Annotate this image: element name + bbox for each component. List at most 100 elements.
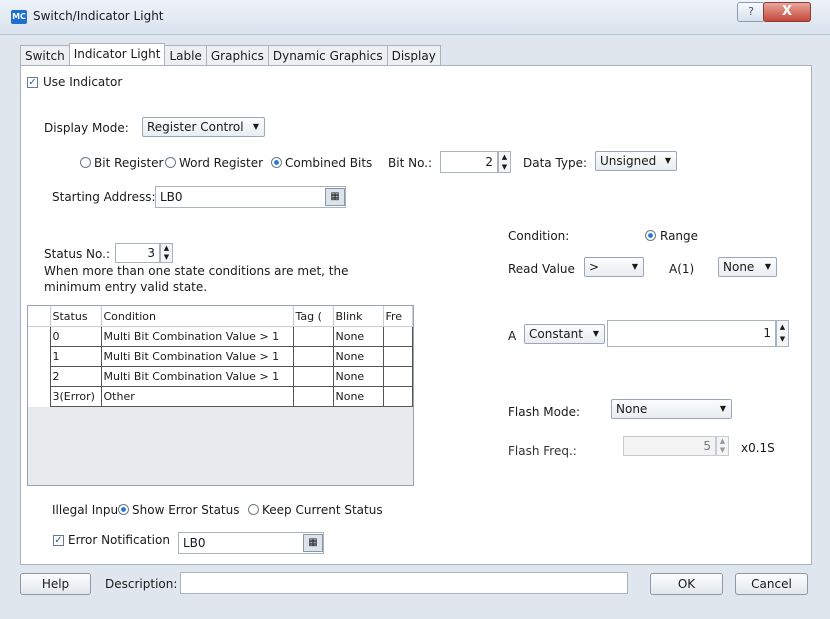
status-no-input[interactable]: 3	[115, 243, 160, 263]
table-cell[interactable]: Multi Bit Combination Value > 1	[100, 346, 294, 367]
table-cell[interactable]	[382, 386, 413, 407]
word-register-radio[interactable]	[165, 157, 176, 168]
table-cell[interactable]: Other	[100, 386, 294, 407]
tab-switch[interactable]: Switch	[20, 45, 70, 66]
table-cell[interactable]	[292, 366, 334, 387]
table-cell[interactable]: None	[332, 346, 384, 367]
show-error-radio[interactable]	[118, 504, 129, 515]
use-indicator-checkbox[interactable]: ✓	[27, 77, 38, 88]
row-indicator	[28, 386, 51, 407]
data-type-select[interactable]: Unsigned ▼	[595, 151, 677, 171]
illegal-input-label: Illegal Input	[52, 503, 123, 517]
chevron-down-icon: ▼	[252, 122, 259, 131]
table-header-row: Status Condition Tag ( Blink Fre	[28, 306, 413, 327]
display-mode-select[interactable]: Register Control ▼	[142, 117, 265, 137]
ok-button[interactable]: OK	[650, 573, 723, 595]
word-register-label: Word Register	[179, 156, 264, 170]
a1-select[interactable]: None ▼	[718, 257, 777, 277]
tab-strip: Switch Indicator Light Lable Graphics Dy…	[20, 43, 441, 66]
column-header-tag[interactable]: Tag (	[293, 306, 334, 327]
chevron-down-icon: ▼	[592, 329, 599, 338]
data-type-label: Data Type:	[523, 156, 588, 170]
app-icon: MC	[11, 10, 27, 24]
keep-current-radio[interactable]	[248, 504, 259, 515]
table-row[interactable]: 1 Multi Bit Combination Value > 1 None	[28, 346, 413, 367]
table-row[interactable]: 2 Multi Bit Combination Value > 1 None	[28, 366, 413, 387]
bit-no-stepper[interactable]: ▲ ▼	[498, 151, 511, 173]
read-value-label: Read Value	[508, 262, 575, 276]
tab-lable[interactable]: Lable	[164, 45, 207, 66]
table-cell[interactable]	[292, 326, 334, 347]
bit-no-input[interactable]: 2	[440, 151, 498, 173]
help-title-button[interactable]: ?	[737, 2, 765, 22]
flash-mode-value: None	[616, 402, 648, 416]
bit-register-radio[interactable]	[80, 157, 91, 168]
table-cell[interactable]: None	[332, 326, 384, 347]
status-table-grid: Status Condition Tag ( Blink Fre 0 Multi…	[28, 306, 413, 407]
table-cell[interactable]	[382, 346, 413, 367]
error-notification-label: Error Notification	[68, 533, 170, 547]
tab-graphics[interactable]: Graphics	[205, 45, 269, 66]
help-button[interactable]: Help	[20, 573, 91, 595]
table-cell[interactable]: None	[332, 386, 384, 407]
status-no-label: Status No.:	[44, 247, 111, 261]
table-cell[interactable]: 1	[49, 346, 102, 367]
status-no-stepper[interactable]: ▲ ▼	[160, 243, 173, 263]
tab-indicator-light[interactable]: Indicator Light	[68, 43, 166, 66]
a-value-stepper[interactable]: ▲ ▼	[776, 320, 789, 347]
table-cell[interactable]	[382, 326, 413, 347]
flash-freq-stepper[interactable]: ▲ ▼	[716, 436, 729, 456]
operator-select[interactable]: > ▼	[584, 257, 644, 277]
column-header-freq[interactable]: Fre	[383, 306, 413, 327]
table-cell[interactable]: 3(Error)	[49, 386, 102, 407]
chevron-down-icon: ▼	[719, 404, 726, 413]
a-value-input[interactable]: 1	[607, 320, 776, 347]
range-label: Range	[660, 229, 699, 243]
row-indicator	[28, 346, 51, 367]
a1-label: A(1)	[669, 262, 695, 276]
column-header-blink[interactable]: Blink	[333, 306, 384, 327]
chevron-down-icon: ▼	[764, 262, 771, 271]
close-button[interactable]: X	[763, 2, 811, 22]
row-indicator	[28, 326, 51, 347]
combined-bits-radio[interactable]	[271, 157, 282, 168]
table-cell[interactable]	[292, 386, 334, 407]
use-indicator-label: Use Indicator	[43, 75, 123, 89]
table-cell[interactable]: None	[332, 366, 384, 387]
table-row[interactable]: 3(Error) Other None	[28, 386, 413, 407]
tab-dynamic-graphics[interactable]: Dynamic Graphics	[267, 45, 388, 66]
chevron-down-icon: ▼	[631, 262, 638, 271]
table-cell[interactable]: Multi Bit Combination Value > 1	[100, 366, 294, 387]
a-label: A	[508, 329, 517, 343]
table-cell[interactable]	[292, 346, 334, 367]
table-row[interactable]: 0 Multi Bit Combination Value > 1 None	[28, 326, 413, 347]
column-header-condition[interactable]: Condition	[101, 306, 294, 327]
starting-address-label: Starting Address:	[52, 190, 156, 204]
tab-display[interactable]: Display	[386, 45, 441, 66]
description-label: Description:	[105, 577, 178, 591]
table-cell[interactable]: 2	[49, 366, 102, 387]
data-type-value: Unsigned	[600, 154, 657, 168]
a-source-select[interactable]: Constant ▼	[524, 324, 605, 344]
flash-freq-input[interactable]: 5	[623, 436, 716, 456]
table-header-indicator	[28, 306, 51, 327]
range-radio[interactable]	[645, 230, 656, 241]
a1-value: None	[723, 260, 755, 274]
error-address-keypad-icon[interactable]: ▦	[303, 534, 323, 552]
chevron-down-icon: ▼	[664, 156, 671, 165]
address-keypad-icon[interactable]: ▦	[325, 188, 345, 206]
column-header-status[interactable]: Status	[50, 306, 102, 327]
table-cell[interactable]: 0	[49, 326, 102, 347]
combined-bits-label: Combined Bits	[285, 156, 373, 170]
table-cell[interactable]: Multi Bit Combination Value > 1	[100, 326, 294, 347]
cancel-button[interactable]: Cancel	[735, 573, 808, 595]
description-input[interactable]	[180, 572, 628, 594]
bit-register-label: Bit Register	[94, 156, 164, 170]
table-cell[interactable]	[382, 366, 413, 387]
flash-mode-select[interactable]: None ▼	[611, 399, 732, 419]
starting-address-input[interactable]: LB0	[155, 186, 346, 208]
bit-no-label: Bit No.:	[388, 156, 433, 170]
status-note: When more than one state conditions are …	[44, 264, 349, 294]
error-notification-checkbox[interactable]: ✓	[53, 535, 64, 546]
window-title: Switch/Indicator Light	[33, 9, 164, 23]
